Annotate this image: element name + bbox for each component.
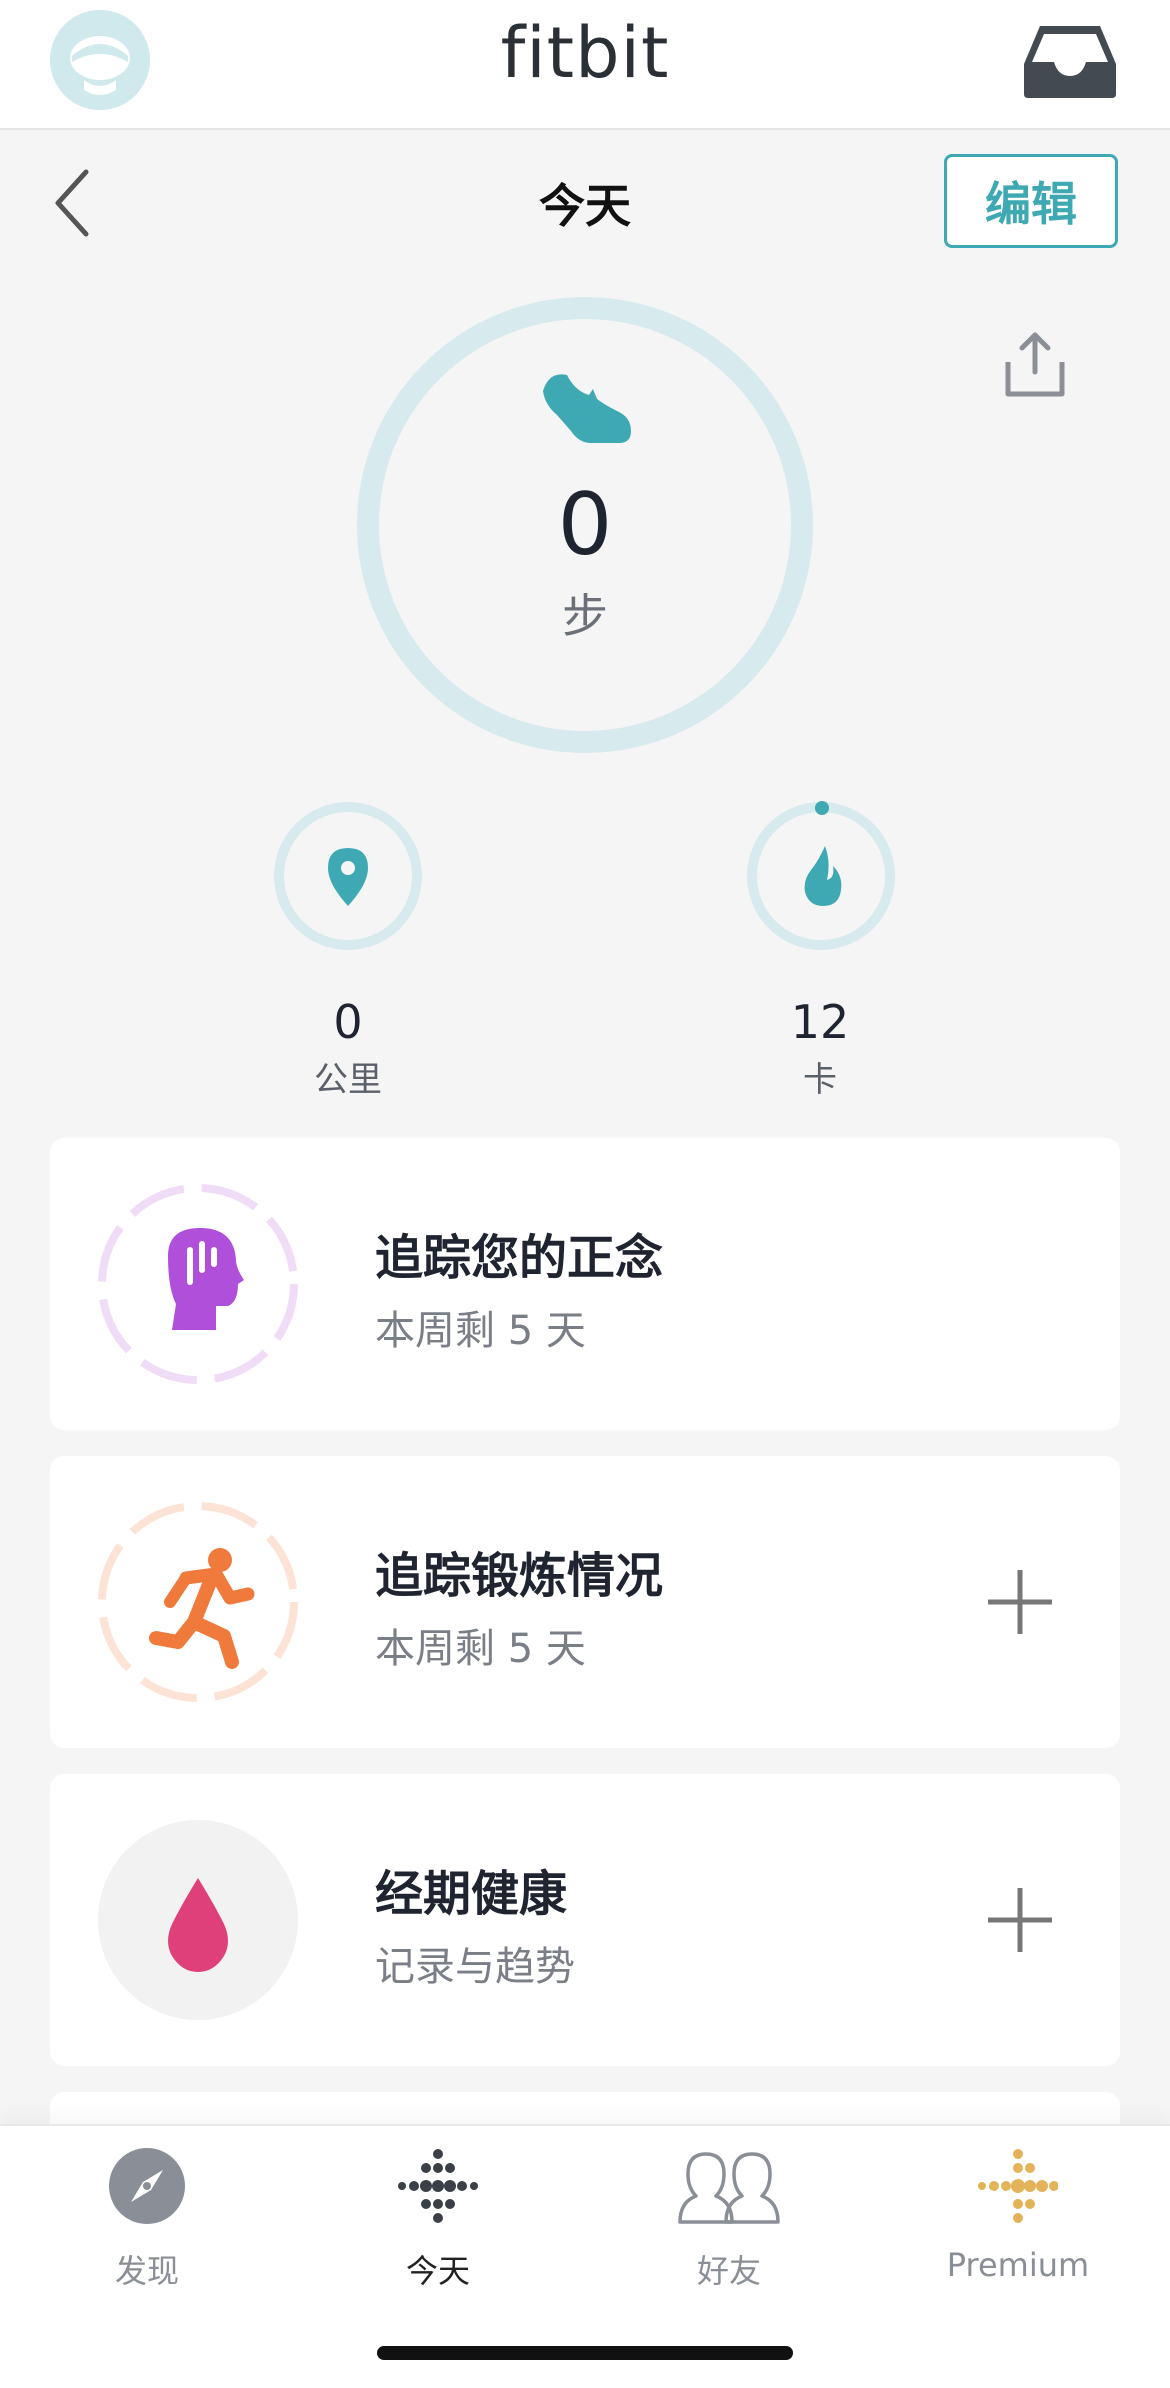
compass-icon [109, 2148, 185, 2224]
app-logo: fitbit [500, 12, 670, 94]
card-title: 追踪您的正念 [375, 1230, 664, 1286]
drop-icon [98, 1820, 298, 2020]
card-subtitle: 本周剩 5 天 [375, 1626, 586, 1672]
tab-label: 今天 [405, 2252, 470, 2290]
card-title: 经期健康 [375, 1866, 568, 1922]
home-indicator [377, 2346, 793, 2360]
add-period-icon[interactable] [986, 1886, 1054, 1954]
flame-icon [804, 846, 842, 906]
premium-dots-icon [978, 2149, 1058, 2223]
tab-today[interactable]: 今天 [313, 2146, 563, 2296]
distance-ring [274, 802, 422, 950]
steps-value: 0 [557, 475, 613, 575]
shoe-icon [543, 374, 631, 443]
running-icon [98, 1502, 298, 1702]
share-icon[interactable] [1000, 330, 1070, 400]
calories-ring [747, 801, 895, 950]
calories-unit: 卡 [803, 1060, 837, 1100]
add-exercise-icon[interactable] [986, 1568, 1054, 1636]
top-bar: fitbit [0, 0, 1170, 130]
location-pin-icon [328, 848, 368, 906]
page-header: 今天 编辑 [0, 140, 1170, 260]
exercise-card[interactable]: 追踪锻炼情况 本周剩 5 天 [50, 1456, 1120, 1748]
fitbit-dots-icon [398, 2149, 478, 2223]
steps-unit: 步 [562, 589, 608, 643]
edit-button[interactable]: 编辑 [944, 154, 1118, 248]
mindfulness-head-icon [98, 1184, 298, 1384]
tab-premium[interactable]: Premium [893, 2146, 1143, 2296]
tab-label: 发现 [114, 2252, 179, 2290]
inbox-icon[interactable] [1022, 24, 1118, 100]
tab-label: 好友 [696, 2252, 761, 2290]
tab-discover[interactable]: 发现 [22, 2146, 272, 2296]
distance-unit: 公里 [314, 1060, 382, 1100]
card-title: 追踪锻炼情况 [375, 1548, 664, 1604]
calories-value: 12 [790, 995, 850, 1049]
card-subtitle: 记录与趋势 [375, 1944, 575, 1990]
tab-friends[interactable]: 好友 [604, 2146, 854, 2296]
mindfulness-card[interactable]: 追踪您的正念 本周剩 5 天 [50, 1138, 1120, 1430]
menstrual-health-card[interactable]: 经期健康 记录与趋势 [50, 1774, 1120, 2066]
tab-label: Premium [946, 2246, 1090, 2284]
distance-value: 0 [333, 995, 363, 1049]
card-subtitle: 本周剩 5 天 [375, 1308, 586, 1354]
friends-icon [678, 2152, 780, 2224]
